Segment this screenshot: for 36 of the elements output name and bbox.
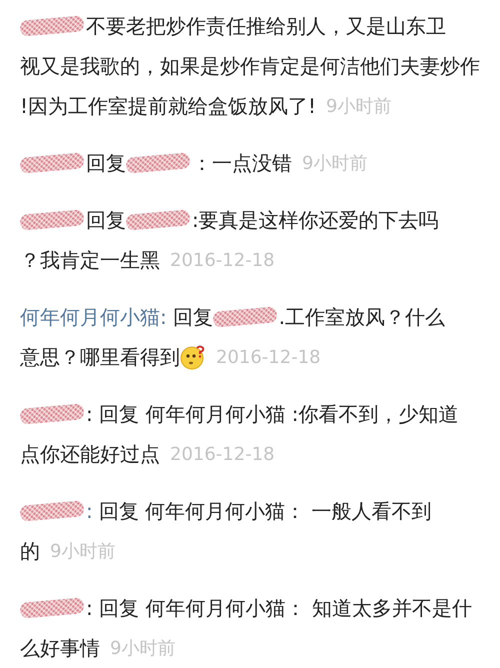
comment-text: 回复	[172, 304, 213, 330]
comment-text: :要真是这样你还爱的下去吗	[192, 206, 439, 234]
redaction-scribble	[19, 152, 85, 174]
comment-text: : 回复 何年何月何小猫 :你看不到，少知道	[86, 400, 459, 428]
comment-text: !因为工作室提前就给盒饭放风了!	[20, 92, 316, 120]
timestamp: 9小时前	[326, 95, 392, 118]
timestamp: 9小时前	[50, 540, 116, 563]
username-link[interactable]: :	[86, 499, 93, 523]
comment-text: 的	[20, 538, 40, 564]
timestamp: 9小时前	[302, 152, 368, 175]
redaction-scribble	[19, 15, 85, 37]
redaction-scribble	[125, 209, 191, 231]
timestamp: 2016-12-18	[170, 250, 275, 270]
redaction-scribble	[19, 403, 85, 425]
comment-text: 回复	[86, 150, 126, 176]
comment-text: 意思？哪里看得到	[20, 344, 180, 370]
comment-text: 不要老把炒作责任推给别人，又是山东卫	[86, 12, 446, 40]
timestamp: 2016-12-18	[216, 346, 321, 368]
thinking-face-icon	[180, 344, 206, 370]
redaction-scribble	[212, 306, 278, 328]
comment-text: ？我肯定一生黑	[20, 246, 160, 274]
comment-text: .工作室放风？什么	[278, 304, 446, 330]
username-link[interactable]: 何年何月何小猫:	[20, 304, 167, 330]
comment-text: 视又是我歌的，如果是炒作肯定是何洁他们夫妻炒作	[20, 52, 480, 80]
timestamp: 9小时前	[110, 637, 176, 660]
redaction-scribble	[125, 152, 191, 174]
redaction-scribble	[19, 500, 85, 522]
redaction-scribble	[19, 209, 85, 231]
timestamp: 2016-12-18	[170, 444, 275, 464]
redaction-scribble	[19, 597, 85, 619]
comment-text: 回复 何年何月何小猫： 一般人看不到	[98, 498, 432, 524]
comment-text: : 回复 何年何月何小猫： 知道太多并不是什	[86, 594, 472, 622]
comment-text: 点你还能好过点	[20, 440, 160, 468]
comment-text: 么好事情	[20, 634, 100, 662]
comment-text: ：一点没错	[192, 150, 292, 176]
comment-text: 回复	[86, 206, 126, 234]
